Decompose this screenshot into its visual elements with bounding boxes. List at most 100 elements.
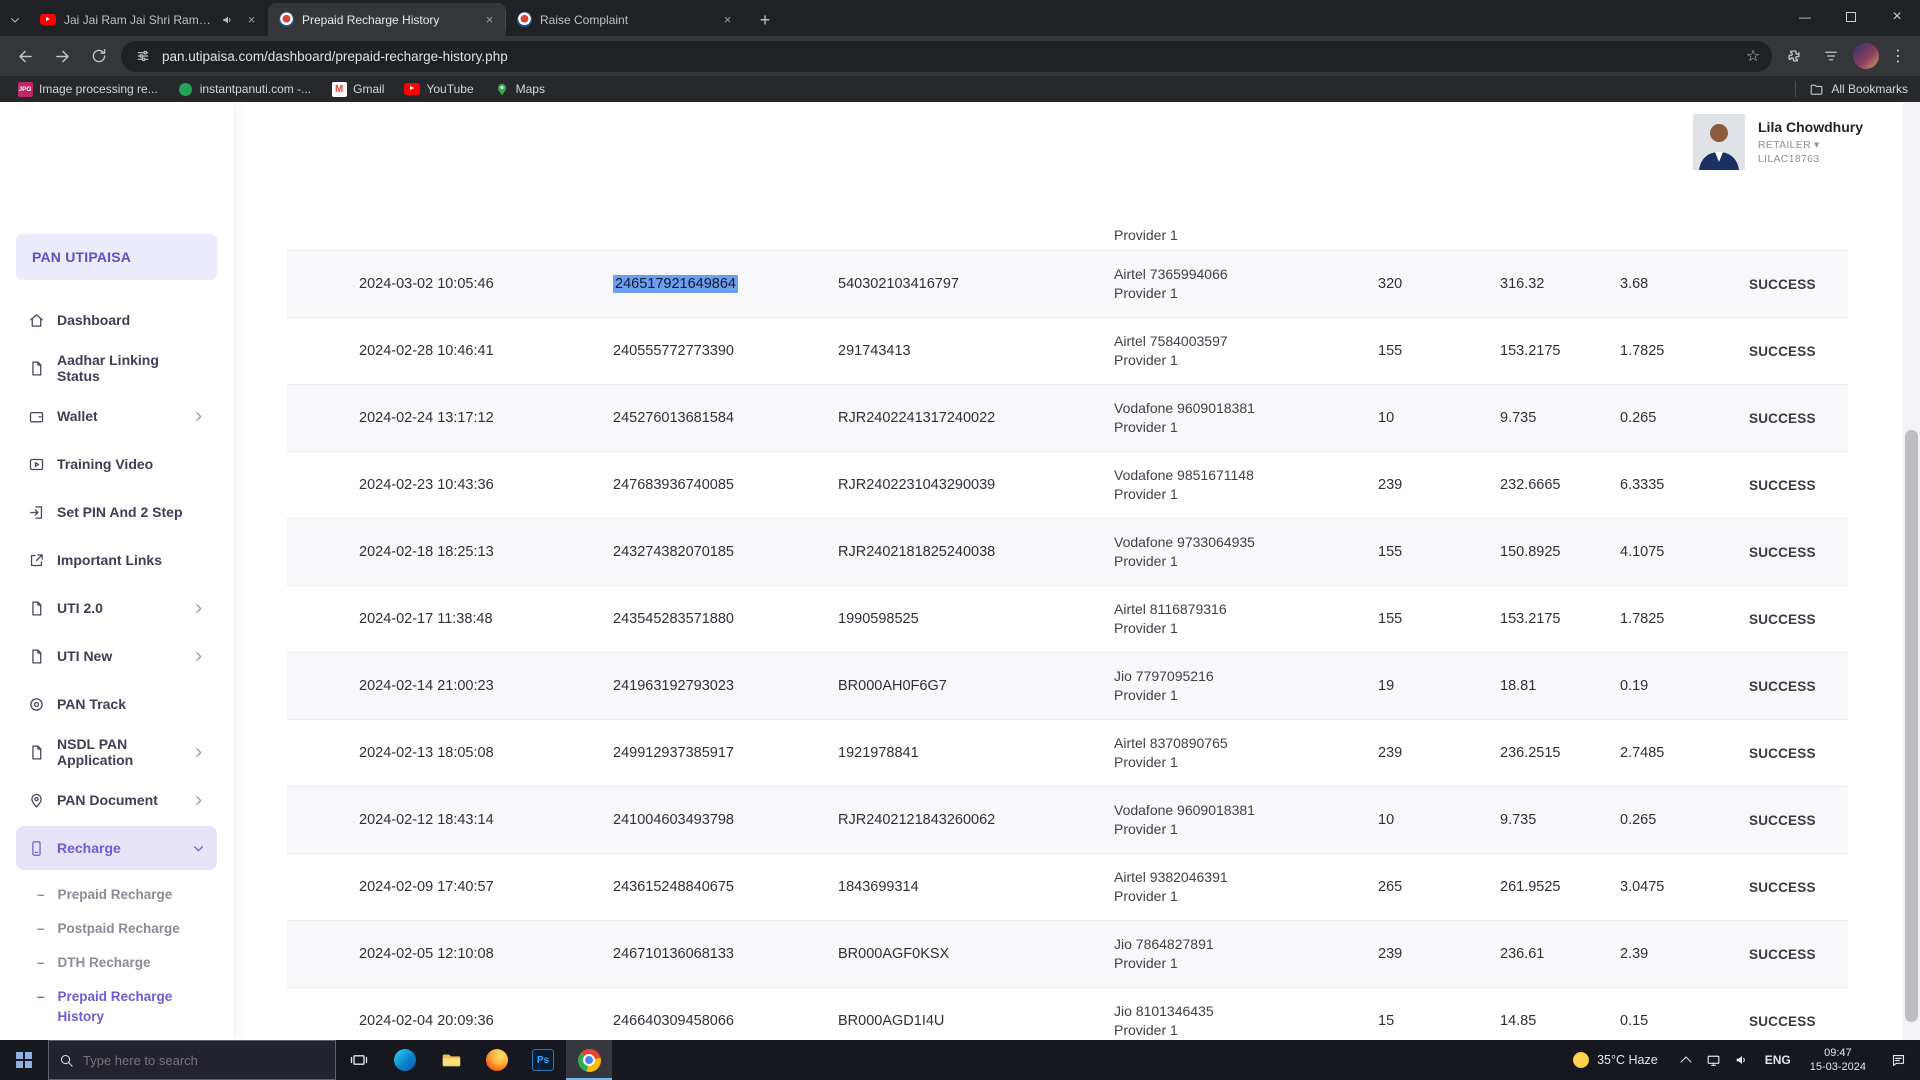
user-role[interactable]: RETAILER ▾ [1758, 139, 1863, 151]
cell-status: SUCCESS [1749, 277, 1848, 292]
task-view-button[interactable] [336, 1040, 382, 1080]
sidebar-item-wallet[interactable]: Wallet [16, 392, 217, 440]
window-close-button[interactable]: × [1874, 0, 1920, 33]
provider-name: Provider 1 [1114, 820, 1378, 839]
close-icon[interactable]: × [719, 11, 736, 28]
scrollbar-thumb[interactable] [1905, 430, 1918, 1022]
site-info-icon[interactable] [135, 48, 151, 64]
tab-strip: Jai Jai Ram Jai Shri Ram Do × Prepaid Re… [0, 0, 1920, 36]
reload-button[interactable] [84, 41, 114, 71]
back-button[interactable] [10, 41, 40, 71]
address-bar[interactable]: pan.utipaisa.com/dashboard/prepaid-recha… [121, 41, 1772, 72]
browser-toolbar: pan.utipaisa.com/dashboard/prepaid-recha… [0, 36, 1920, 76]
sidebar-item-pan-track[interactable]: PAN Track [16, 680, 217, 728]
close-icon[interactable]: × [243, 11, 260, 28]
cell-status: SUCCESS [1749, 478, 1848, 493]
taskbar-clock[interactable]: 09:47 15-03-2024 [1800, 1046, 1876, 1074]
login-icon [28, 504, 45, 521]
file-explorer-button[interactable] [428, 1040, 474, 1080]
sidebar-subitem-postpaid-recharge[interactable]: – Postpaid Recharge [0, 912, 233, 946]
operator-name: Jio 7797095216 [1114, 667, 1378, 686]
network-button[interactable] [1700, 1052, 1728, 1069]
cell-net-amount: 153.2175 [1500, 343, 1620, 359]
sidebar-item-aadhar-linking-status[interactable]: Aadhar Linking Status [16, 344, 217, 392]
cell-transaction-id: 241004603493798 [613, 812, 838, 828]
user-menu[interactable]: Lila Chowdhury RETAILER ▾ LILAC18763 [1693, 114, 1863, 170]
table-row: 2024-02-23 10:43:36 247683936740085 RJR2… [287, 451, 1848, 518]
chevron-down-icon [192, 842, 205, 855]
close-icon[interactable]: × [481, 11, 498, 28]
screen: Jai Jai Ram Jai Shri Ram Do × Prepaid Re… [0, 0, 1920, 1080]
cell-reference-id: 1990598525 [838, 611, 1114, 627]
sidebar-item-training-video[interactable]: Training Video [16, 440, 217, 488]
menu-kebab-icon[interactable]: ⋮ [1886, 46, 1910, 66]
language-indicator[interactable]: ENG [1756, 1053, 1800, 1067]
provider-name: Provider 1 [1114, 753, 1378, 772]
site-favicon [516, 12, 532, 28]
cell-amount: 320 [1378, 276, 1500, 292]
sidebar-subitem-prepaid-recharge-history[interactable]: – Prepaid Recharge History [0, 980, 233, 1034]
action-center-button[interactable] [1876, 1052, 1920, 1069]
partial-row: Provider 1 [287, 202, 1848, 250]
extensions-button[interactable] [1779, 41, 1809, 71]
selected-text: 246517921649864 [613, 275, 738, 293]
forward-button[interactable] [47, 41, 77, 71]
minimize-button[interactable]: — [1782, 0, 1828, 33]
search-icon [59, 1053, 74, 1068]
sidebar-subitem-prepaid-recharge[interactable]: – Prepaid Recharge [0, 878, 233, 912]
app-header: Lila Chowdhury RETAILER ▾ LILAC18763 [0, 102, 1903, 202]
chrome-button[interactable] [566, 1040, 612, 1080]
cell-date: 2024-02-23 10:43:36 [359, 477, 613, 493]
photoshop-button[interactable]: Ps [520, 1040, 566, 1080]
tab-youtube[interactable]: Jai Jai Ram Jai Shri Ram Do × [30, 3, 268, 36]
cell-date: 2024-02-12 18:43:14 [359, 812, 613, 828]
tab-prepaid-recharge-history[interactable]: Prepaid Recharge History × [268, 3, 506, 36]
new-tab-button[interactable]: + [750, 5, 780, 35]
dash-icon: – [37, 987, 45, 1027]
file-explorer-icon [440, 1049, 462, 1071]
volume-button[interactable] [1728, 1052, 1756, 1068]
sidebar-item-important-links[interactable]: Important Links [16, 536, 217, 584]
pin-icon [28, 792, 45, 809]
tab-raise-complaint[interactable]: Raise Complaint × [506, 3, 744, 36]
edge-button[interactable] [382, 1040, 428, 1080]
sidebar-item-uti-new[interactable]: UTI New [16, 632, 217, 680]
start-button[interactable] [0, 1040, 48, 1080]
operator-name: Vodafone 9609018381 [1114, 399, 1378, 418]
dash-icon: – [37, 953, 45, 973]
sidebar-item-recharge[interactable]: Recharge [16, 826, 217, 870]
taskbar-search-input[interactable] [83, 1053, 293, 1068]
bookmark-label: Maps [516, 82, 545, 96]
scrollbar-track[interactable] [1903, 102, 1920, 1040]
tray-expand-button[interactable] [1672, 1055, 1700, 1066]
sidebar-item-set-pin[interactable]: Set PIN And 2 Step [16, 488, 217, 536]
bookmark-star-icon[interactable]: ☆ [1740, 43, 1766, 69]
cell-commission: 1.7825 [1620, 343, 1749, 359]
side-panel-button[interactable] [1816, 41, 1846, 71]
maximize-button[interactable] [1828, 0, 1874, 33]
youtube-icon [404, 81, 420, 97]
sidebar-item-nsdl-pan-application[interactable]: NSDL PAN Application [16, 728, 217, 776]
bookmark-image-processing[interactable]: JPG Image processing re... [8, 79, 167, 99]
cell-amount: 15 [1378, 1013, 1500, 1029]
sidebar-item-uti-2-0[interactable]: UTI 2.0 [16, 584, 217, 632]
gmail-icon: M [331, 81, 347, 97]
bookmark-gmail[interactable]: M Gmail [322, 79, 393, 99]
taskbar-search[interactable] [48, 1040, 336, 1080]
cell-date: 2024-02-24 13:17:12 [359, 410, 613, 426]
bookmark-instantpanuti[interactable]: instantpanuti.com -... [169, 79, 320, 99]
all-bookmarks-button[interactable]: All Bookmarks [1795, 81, 1908, 97]
profile-avatar[interactable] [1853, 43, 1879, 69]
list-filter-icon [1822, 47, 1840, 65]
bookmark-youtube[interactable]: YouTube [395, 79, 482, 99]
provider-name: Provider 1 [1114, 485, 1378, 504]
sidebar-subitem-dth-recharge[interactable]: – DTH Recharge [0, 946, 233, 980]
sidebar-item-dashboard[interactable]: Dashboard [16, 296, 217, 344]
cell-transaction-id: 246640309458066 [613, 1013, 838, 1029]
firefox-button[interactable] [474, 1040, 520, 1080]
tab-search-button[interactable] [0, 3, 30, 36]
audio-speaker-icon[interactable] [221, 13, 235, 27]
sidebar-item-pan-document[interactable]: PAN Document [16, 776, 217, 824]
weather-widget[interactable]: 35°C Haze [1559, 1052, 1672, 1068]
bookmark-maps[interactable]: Maps [485, 79, 554, 99]
